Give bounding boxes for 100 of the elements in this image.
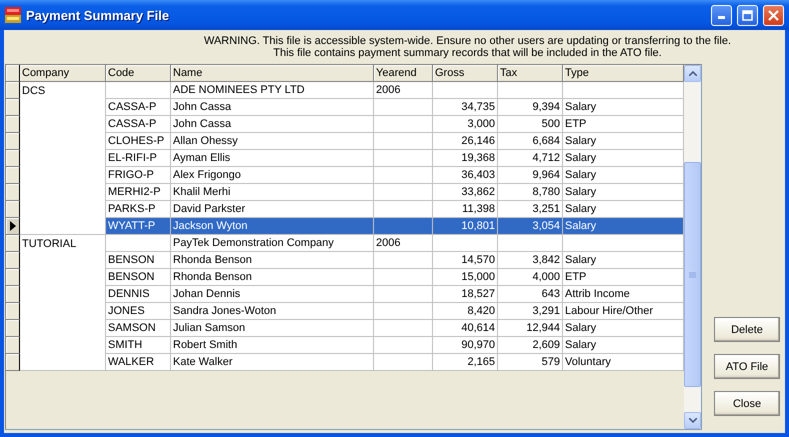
maximize-icon bbox=[742, 10, 753, 20]
table-cell: 3,842 bbox=[498, 252, 563, 269]
row-selector[interactable] bbox=[6, 218, 20, 235]
table-cell: 2,609 bbox=[498, 337, 563, 354]
window-title: Payment Summary File bbox=[26, 8, 170, 22]
row-selector[interactable] bbox=[6, 184, 20, 201]
table-cell: 34,735 bbox=[433, 99, 498, 116]
table-cell: PayTek Demonstration Company bbox=[171, 235, 374, 252]
table-cell: 11,398 bbox=[433, 201, 498, 218]
table-cell: ETP bbox=[563, 269, 684, 286]
app-icon bbox=[5, 7, 21, 23]
table-cell: SMITH bbox=[106, 337, 171, 354]
table-cell: Salary bbox=[563, 252, 684, 269]
action-button[interactable]: ATO File bbox=[714, 354, 780, 379]
warning-text: WARNING. This file is accessible system-wide. Ensure no other users are updating or transferring to the file. bbox=[204, 35, 731, 47]
table-cell: 2006 bbox=[374, 235, 433, 252]
table-cell: 4,000 bbox=[498, 269, 563, 286]
table-cell: Salary bbox=[563, 133, 684, 150]
table-cell: Robert Smith bbox=[171, 337, 374, 354]
table-cell: Sandra Jones-Woton bbox=[171, 303, 374, 320]
table-cell: Salary bbox=[563, 218, 684, 235]
maximize-button[interactable] bbox=[737, 4, 758, 26]
column-header[interactable]: Yearend bbox=[374, 65, 433, 82]
row-selector[interactable] bbox=[6, 235, 20, 252]
table-cell: CASSA-P bbox=[106, 116, 171, 133]
warning-text: This file contains payment summary records that will be included in the ATO file. bbox=[273, 47, 662, 59]
vertical-scrollbar[interactable] bbox=[684, 65, 701, 429]
table-cell: 643 bbox=[498, 286, 563, 303]
column-header[interactable]: Code bbox=[106, 65, 171, 82]
table-cell: 19,368 bbox=[433, 150, 498, 167]
row-selector[interactable] bbox=[6, 201, 20, 218]
table-cell: Labour Hire/Other bbox=[563, 303, 684, 320]
table-cell: 14,570 bbox=[433, 252, 498, 269]
table-cell: 4,712 bbox=[498, 150, 563, 167]
table-cell: John Cassa bbox=[171, 116, 374, 133]
table-cell: Attrib Income bbox=[563, 286, 684, 303]
table-cell: Salary bbox=[563, 184, 684, 201]
table-cell: Voluntary bbox=[563, 354, 684, 371]
table-cell: 3,000 bbox=[433, 116, 498, 133]
table-cell: 12,944 bbox=[498, 320, 563, 337]
table-cell: 3,054 bbox=[498, 218, 563, 235]
row-selector[interactable] bbox=[6, 320, 20, 337]
column-header[interactable]: Gross bbox=[433, 65, 498, 82]
column-header[interactable]: Type bbox=[563, 65, 684, 82]
close-button[interactable] bbox=[763, 4, 784, 26]
column-header[interactable]: Tax bbox=[498, 65, 563, 82]
column-header[interactable]: Name bbox=[171, 65, 374, 82]
table-cell: Khalil Merhi bbox=[171, 184, 374, 201]
table-cell: Johan Dennis bbox=[171, 286, 374, 303]
action-button[interactable]: Delete bbox=[714, 317, 780, 342]
row-selector[interactable] bbox=[6, 99, 20, 116]
row-selector[interactable] bbox=[6, 303, 20, 320]
table-cell: Salary bbox=[563, 320, 684, 337]
table-cell: 500 bbox=[498, 116, 563, 133]
table-cell: Rhonda Benson bbox=[171, 252, 374, 269]
table-cell: FRIGO-P bbox=[106, 167, 171, 184]
table-cell: Alex Frigongo bbox=[171, 167, 374, 184]
row-selector[interactable] bbox=[6, 337, 20, 354]
table-cell: Julian Samson bbox=[171, 320, 374, 337]
table-cell: 10,801 bbox=[433, 218, 498, 235]
row-selector[interactable] bbox=[6, 269, 20, 286]
column-header[interactable]: Company bbox=[20, 65, 106, 82]
row-selector[interactable] bbox=[6, 286, 20, 303]
action-button[interactable]: Close bbox=[714, 391, 780, 416]
table-cell: 26,146 bbox=[433, 133, 498, 150]
scroll-up-button[interactable] bbox=[684, 65, 701, 82]
row-selector[interactable] bbox=[6, 354, 20, 371]
table-cell: John Cassa bbox=[171, 99, 374, 116]
table-cell: 579 bbox=[498, 354, 563, 371]
table-cell: TUTORIAL bbox=[20, 235, 106, 252]
table-cell: 8,420 bbox=[433, 303, 498, 320]
row-selector[interactable] bbox=[6, 252, 20, 269]
row-selector[interactable] bbox=[6, 116, 20, 133]
table-cell: Rhonda Benson bbox=[171, 269, 374, 286]
table-cell: 15,000 bbox=[433, 269, 498, 286]
close-icon bbox=[768, 10, 779, 20]
row-selector[interactable] bbox=[6, 133, 20, 150]
table-cell: CLOHES-P bbox=[106, 133, 171, 150]
table-cell: DENNIS bbox=[106, 286, 171, 303]
current-row-icon bbox=[10, 221, 16, 231]
table-cell: WYATT-P bbox=[106, 218, 171, 235]
row-selector[interactable] bbox=[6, 150, 20, 167]
table-cell: DCS bbox=[20, 82, 106, 99]
table-cell: BENSON bbox=[106, 252, 171, 269]
grip-icon bbox=[689, 272, 696, 278]
table-cell: SAMSON bbox=[106, 320, 171, 337]
table-cell: 18,527 bbox=[433, 286, 498, 303]
scrollbar-thumb[interactable] bbox=[684, 162, 701, 387]
table-cell: Salary bbox=[563, 99, 684, 116]
table-cell: Salary bbox=[563, 167, 684, 184]
minimize-button[interactable] bbox=[711, 4, 732, 26]
table-cell: Allan Ohessy bbox=[171, 133, 374, 150]
scroll-down-button[interactable] bbox=[684, 412, 701, 429]
table-cell: ADE NOMINEES PTY LTD bbox=[171, 82, 374, 99]
table-cell: PARKS-P bbox=[106, 201, 171, 218]
row-selector[interactable] bbox=[6, 82, 20, 99]
row-selector[interactable] bbox=[6, 167, 20, 184]
table-cell: MERHI2-P bbox=[106, 184, 171, 201]
table-cell: EL-RIFI-P bbox=[106, 150, 171, 167]
table-cell: JONES bbox=[106, 303, 171, 320]
